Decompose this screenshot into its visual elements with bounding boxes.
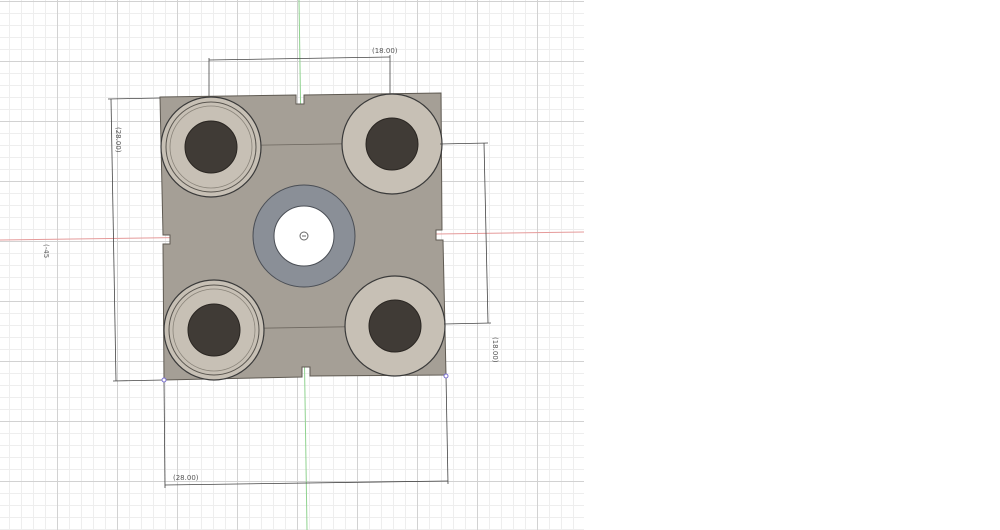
axis-angle-label: (-45 — [42, 244, 50, 258]
center-hole[interactable] — [252, 184, 356, 288]
dimension-right-height-label: (18.00) — [491, 337, 499, 363]
dimension-left-height[interactable]: (28.00) — [107, 97, 164, 382]
dimension-bottom-width-label: (28.00) — [173, 474, 199, 482]
boss-bottom-left[interactable] — [163, 279, 265, 381]
boss-top-right[interactable] — [341, 93, 443, 195]
vertex-point-bottom-left[interactable] — [161, 377, 167, 383]
vertex-point-bottom-right[interactable] — [443, 373, 449, 379]
model-canvas[interactable]: (18.00) (28.00) (18.00) (28.00) (-45 — [0, 0, 584, 530]
cad-viewport[interactable]: (18.00) (28.00) (18.00) (28.00) (-45 — [0, 0, 584, 530]
boss-top-left[interactable] — [160, 96, 262, 198]
dimension-top-width-label: (18.00) — [372, 47, 398, 55]
dimension-right-height[interactable]: (18.00) — [439, 142, 499, 363]
boss-bottom-right[interactable] — [344, 275, 446, 377]
dimension-left-height-label: (28.00) — [114, 127, 122, 153]
dimension-top-width[interactable]: (18.00) — [208, 47, 398, 96]
blank-panel — [584, 0, 1000, 530]
